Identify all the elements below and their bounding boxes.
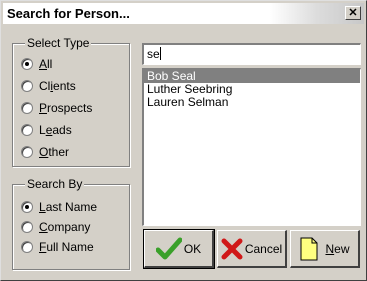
accelerator-key: O xyxy=(39,145,49,159)
cancel-button[interactable]: Cancel xyxy=(217,230,287,268)
new-document-icon xyxy=(300,237,318,260)
radio-label-rest: ll xyxy=(47,57,53,71)
list-item[interactable]: Lauren Selman xyxy=(144,96,360,109)
accelerator-key: N xyxy=(325,241,335,256)
ok-label: OK xyxy=(183,241,202,256)
red-x-icon xyxy=(221,238,243,259)
search-by-group: Search By Last Name Company Full Name xyxy=(12,177,130,270)
search-input-value: se xyxy=(147,47,160,61)
accelerator-key: C xyxy=(39,220,48,234)
accelerator-key: e xyxy=(45,123,53,137)
radio-button[interactable] xyxy=(21,146,33,158)
new-label: New xyxy=(325,241,350,256)
checkmark-icon xyxy=(155,237,182,259)
radio-button[interactable] xyxy=(21,80,33,92)
search-dialog: Search for Person... ✕ Select Type All C… xyxy=(0,0,367,281)
radio-search-last-name[interactable]: Last Name xyxy=(21,199,97,215)
accelerator-key: A xyxy=(39,57,48,71)
new-button[interactable]: New xyxy=(290,230,360,268)
results-list[interactable]: Bob Seal Luther Seebring Lauren Selman xyxy=(142,68,361,226)
accelerator-key: P xyxy=(39,101,48,115)
radio-button[interactable] xyxy=(21,241,33,253)
accelerator-key: L xyxy=(39,200,46,214)
radio-search-full-name[interactable]: Full Name xyxy=(21,239,94,255)
radio-type-clients[interactable]: Clients xyxy=(21,78,76,94)
radio-button[interactable] xyxy=(21,201,33,213)
title-bar[interactable]: Search for Person... ✕ xyxy=(3,3,364,24)
accelerator-key: F xyxy=(39,240,47,254)
accelerator-key: i xyxy=(50,79,54,93)
cancel-label: Cancel xyxy=(244,241,283,256)
search-by-legend: Search By xyxy=(25,177,85,191)
close-icon: ✕ xyxy=(348,7,358,19)
radio-type-prospects[interactable]: Prospects xyxy=(21,100,92,116)
close-button[interactable]: ✕ xyxy=(345,6,361,20)
radio-button[interactable] xyxy=(21,124,33,136)
ok-button[interactable]: OK xyxy=(143,229,215,269)
radio-type-all[interactable]: All xyxy=(21,56,52,72)
window-title: Search for Person... xyxy=(7,6,130,21)
radio-type-leads[interactable]: Leads xyxy=(21,122,72,138)
radio-search-company[interactable]: Company xyxy=(21,219,90,235)
select-type-legend: Select Type xyxy=(25,36,92,50)
radio-button[interactable] xyxy=(21,221,33,233)
select-type-group: Select Type All Clients Prospects Leads … xyxy=(12,36,130,167)
radio-button[interactable] xyxy=(21,58,33,70)
radio-button[interactable] xyxy=(21,102,33,114)
search-input[interactable]: se xyxy=(142,43,361,65)
text-caret xyxy=(159,47,161,60)
radio-type-other[interactable]: Other xyxy=(21,144,69,160)
